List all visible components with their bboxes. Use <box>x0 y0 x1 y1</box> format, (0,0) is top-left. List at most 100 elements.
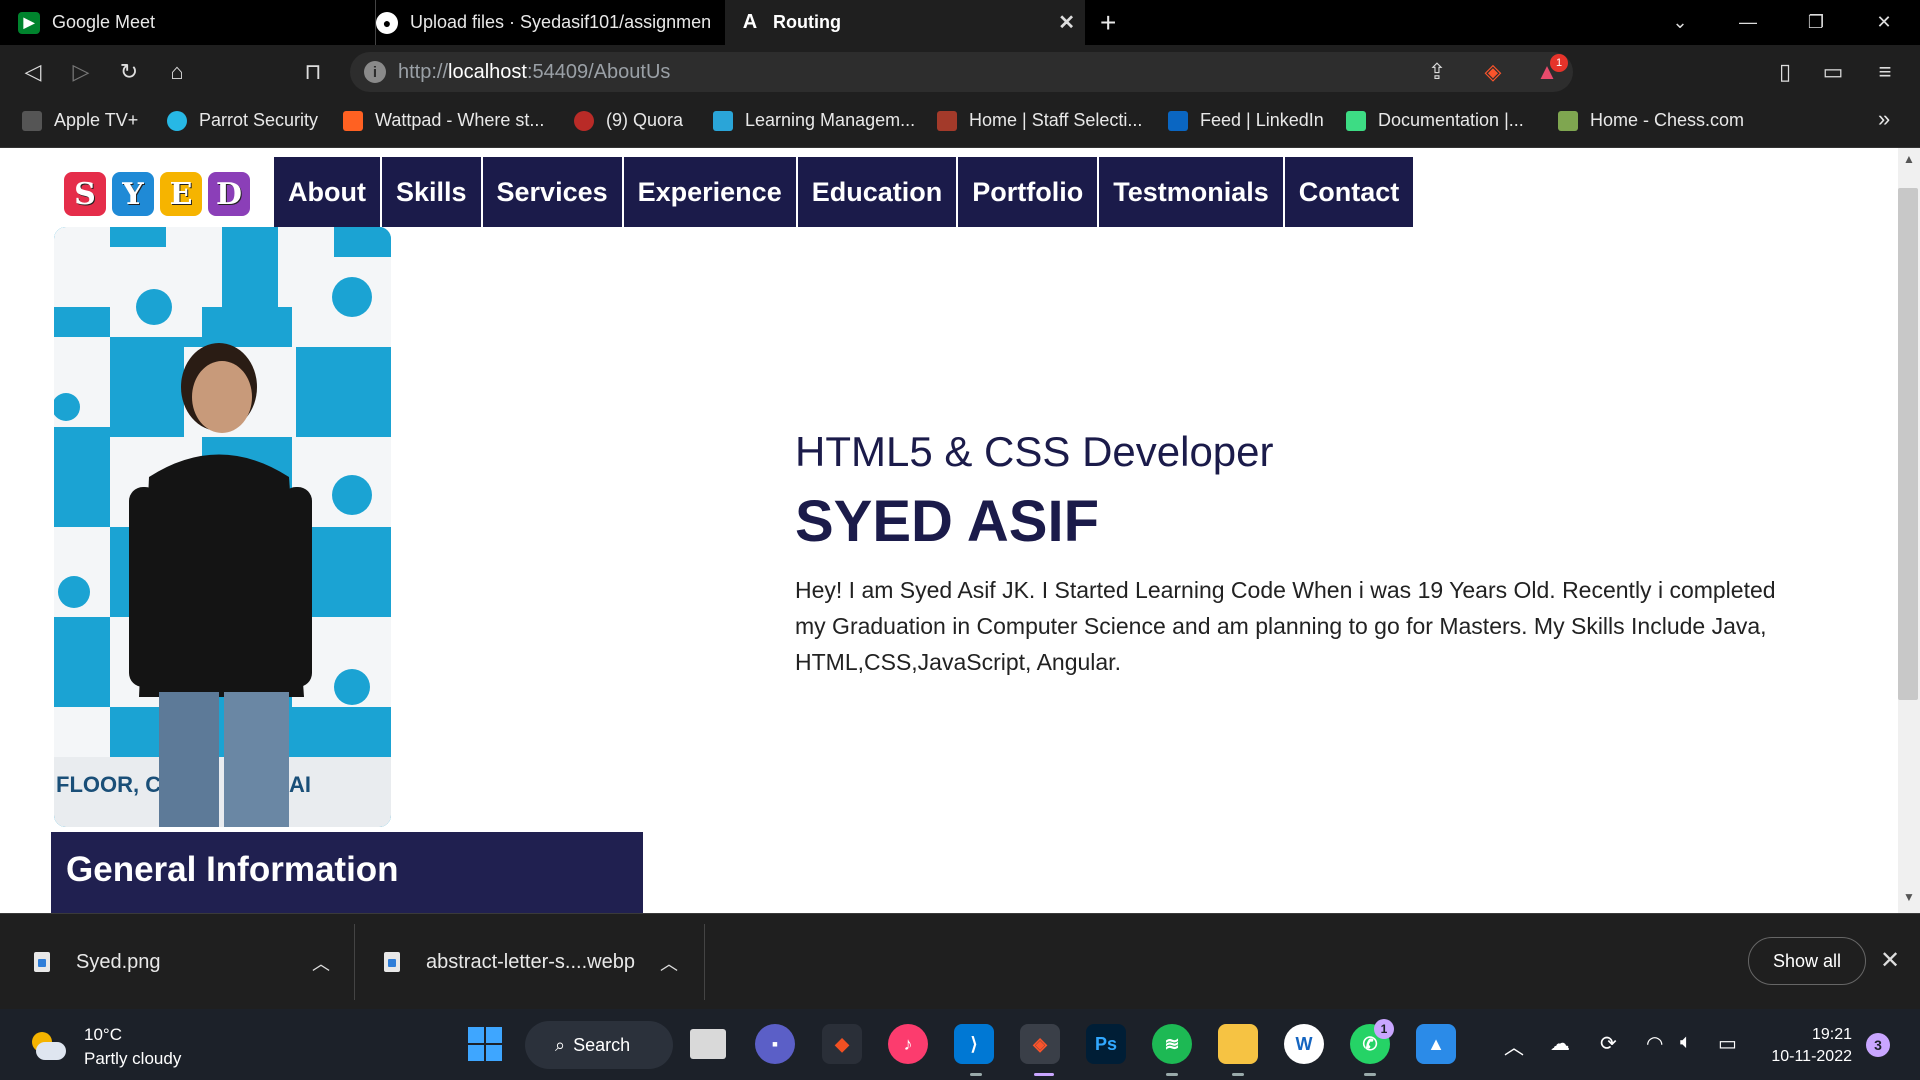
spotify-icon[interactable]: ≋ <box>1152 1024 1192 1064</box>
taskbar: 10°C Partly cloudy ⌕ Search ▪ ◆ ♪ ⟩ ◈ Ps… <box>0 1009 1920 1080</box>
close-window-icon[interactable]: ✕ <box>1854 0 1914 45</box>
photoshop-icon[interactable]: Ps <box>1086 1024 1126 1064</box>
tray-overflow-icon[interactable]: ︿ <box>1504 1031 1524 1060</box>
tab-title: Routing <box>773 12 841 32</box>
file-explorer-icon[interactable] <box>1218 1024 1258 1064</box>
reload-icon[interactable]: ↻ <box>114 57 144 87</box>
home-icon[interactable]: ⌂ <box>162 57 192 87</box>
bookmark-icon[interactable]: ⊓ <box>298 57 328 87</box>
profile-photo: FLOOR, CITY M L, M LAI <box>54 227 391 827</box>
partly-cloudy-icon <box>28 1030 66 1064</box>
clock[interactable]: 19:21 10-11-2022 <box>1760 1024 1852 1068</box>
tab-title: Upload files · Syedasif101/assignment <box>410 12 710 32</box>
general-information-panel: General Information <box>51 832 643 913</box>
chevron-up-icon[interactable]: ︿ <box>312 950 330 976</box>
logo-letter: D <box>208 172 250 216</box>
app-icon[interactable]: W <box>1284 1024 1324 1064</box>
tab-routing[interactable]: A Routing ✕ <box>725 0 1085 45</box>
photos-icon[interactable]: ▲ <box>1416 1024 1456 1064</box>
weather-temp: 10°C <box>84 1025 122 1044</box>
url-text[interactable]: http://localhost:54409/AboutUs <box>398 61 670 84</box>
bookmark-item[interactable]: Learning Managem... <box>713 110 915 131</box>
wifi-icon[interactable]: ◠ <box>1646 1031 1663 1056</box>
onedrive-icon[interactable]: ☁ <box>1550 1031 1570 1056</box>
scrollbar-thumb[interactable] <box>1898 188 1918 700</box>
tab-google-meet[interactable]: ▶ Google Meet <box>18 0 363 45</box>
notification-badge[interactable]: 3 <box>1866 1033 1890 1057</box>
nav-about[interactable]: About <box>274 157 380 227</box>
show-all-button[interactable]: Show all <box>1748 937 1866 985</box>
linkedin-icon <box>1168 110 1188 131</box>
bookmark-item[interactable]: Apple TV+ <box>22 110 138 131</box>
tab-search-icon[interactable]: ⌄ <box>1650 0 1710 45</box>
parrot-icon <box>167 110 187 131</box>
running-indicator <box>1232 1073 1244 1076</box>
close-download-bar-icon[interactable]: ✕ <box>1880 946 1900 975</box>
minimize-icon[interactable]: — <box>1718 0 1778 45</box>
sync-icon[interactable]: ⟳ <box>1600 1031 1617 1056</box>
scroll-down-icon[interactable]: ▼ <box>1898 890 1920 910</box>
running-indicator <box>970 1073 982 1076</box>
rewards-badge: 1 <box>1550 54 1568 72</box>
image-file-icon <box>384 952 400 972</box>
address-bar[interactable]: i http://localhost:54409/AboutUs ⇪ ◈ ▲ 1 <box>350 52 1573 92</box>
windows-start-icon[interactable] <box>465 1024 505 1064</box>
bookmark-item[interactable]: Wattpad - Where st... <box>343 110 544 131</box>
bookmarks-overflow-icon[interactable]: » <box>1878 106 1890 132</box>
github-icon: ● <box>376 11 398 34</box>
tab-title: Google Meet <box>52 12 156 32</box>
image-file-icon <box>34 952 50 972</box>
bookmark-item[interactable]: Feed | LinkedIn <box>1168 110 1324 131</box>
git-icon[interactable]: ◆ <box>822 1024 862 1064</box>
forward-icon[interactable]: ▷ <box>66 57 96 87</box>
running-indicator <box>1166 1073 1178 1076</box>
scroll-up-icon[interactable]: ▲ <box>1898 152 1920 172</box>
taskbar-search[interactable]: ⌕ Search <box>525 1021 673 1069</box>
weather-condition: Partly cloudy <box>84 1049 182 1068</box>
menu-icon[interactable]: ≡ <box>1870 57 1900 87</box>
wallet-icon[interactable]: ▭ <box>1818 57 1848 87</box>
music-icon[interactable]: ♪ <box>888 1024 928 1064</box>
lms-icon <box>713 110 733 131</box>
chat-icon[interactable]: ▪ <box>755 1024 795 1064</box>
task-view-icon[interactable] <box>690 1029 726 1059</box>
bookmark-item[interactable]: Documentation |... <box>1346 110 1524 131</box>
nav-contact[interactable]: Contact <box>1284 157 1414 227</box>
download-item[interactable]: Syed.png <box>34 914 161 1010</box>
bookmark-item[interactable]: (9) Quora <box>574 110 683 131</box>
close-tab-icon[interactable]: ✕ <box>1058 10 1075 35</box>
tab-github[interactable]: ● Upload files · Syedasif101/assignment <box>375 0 720 45</box>
bookmark-item[interactable]: Home | Staff Selecti... <box>937 110 1142 131</box>
bookmark-item[interactable]: Home - Chess.com <box>1558 110 1744 131</box>
brave-shields-icon[interactable]: ◈ <box>1478 57 1508 87</box>
weather-widget[interactable]: 10°C Partly cloudy <box>28 1023 181 1071</box>
restore-icon[interactable]: ❐ <box>1786 0 1846 45</box>
sidebar-icon[interactable]: ▯ <box>1770 57 1800 87</box>
nav-experience[interactable]: Experience <box>623 157 796 227</box>
back-icon[interactable]: ◁ <box>18 57 48 87</box>
brave-icon[interactable]: ◈ <box>1020 1024 1060 1064</box>
site-info-icon[interactable]: i <box>364 61 386 83</box>
download-item[interactable]: abstract-letter-s....webp <box>384 914 635 1010</box>
quora-icon <box>574 110 594 131</box>
logo-letter: Y <box>112 172 154 216</box>
battery-icon[interactable]: ▭ <box>1718 1031 1737 1056</box>
nav-services[interactable]: Services <box>482 157 622 227</box>
site-logo[interactable]: S Y E D <box>64 172 250 216</box>
bookmark-item[interactable]: Parrot Security <box>167 110 318 131</box>
logo-letter: E <box>160 172 202 216</box>
nav-skills[interactable]: Skills <box>381 157 481 227</box>
android-icon <box>1346 110 1366 131</box>
volume-icon[interactable]: 🔈︎ <box>1680 1031 1692 1054</box>
nav-portfolio[interactable]: Portfolio <box>958 157 1098 227</box>
nav-education[interactable]: Education <box>797 157 957 227</box>
share-icon[interactable]: ⇪ <box>1422 57 1452 87</box>
nav-testimonials[interactable]: Testmonials <box>1099 157 1283 227</box>
chevron-up-icon[interactable]: ︿ <box>660 950 678 976</box>
running-indicator <box>1034 1073 1054 1076</box>
new-tab-button[interactable]: + <box>1100 0 1116 45</box>
page-content: S Y E D About Skills Services Experience… <box>0 148 1898 913</box>
divider <box>704 924 705 1000</box>
angular-icon: A <box>742 11 758 33</box>
vscode-icon[interactable]: ⟩ <box>954 1024 994 1064</box>
